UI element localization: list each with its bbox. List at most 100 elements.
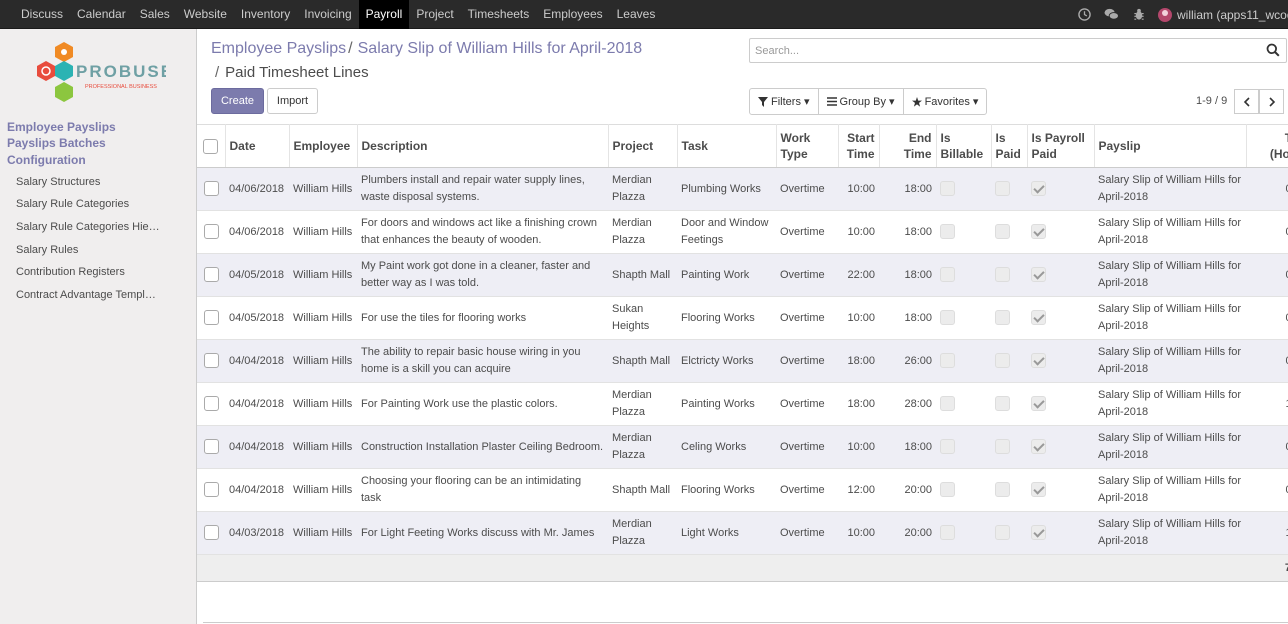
table-row[interactable]: 04/06/2018 William Hills For doors and win… xyxy=(197,210,1288,254)
row-select-checkbox[interactable] xyxy=(203,482,219,498)
sidebar-item-salary-rules[interactable]: Salary Rules xyxy=(16,244,186,256)
cell-billable xyxy=(936,468,991,512)
column-start-time[interactable]: Start Time xyxy=(838,124,880,168)
search-icon[interactable] xyxy=(1266,43,1282,59)
table-row[interactable]: 04/03/2018 William Hills For Light Feeting… xyxy=(197,511,1288,555)
activity-clock-icon[interactable] xyxy=(1071,0,1098,29)
topnav-item-sales[interactable]: Sales xyxy=(133,0,177,29)
group-by-dropdown[interactable]: Group By ▾ xyxy=(819,89,904,114)
breadcrumb-employee-payslips[interactable]: Employee Payslips xyxy=(211,40,346,57)
cell-payslip: Salary Slip of William Hills for April-2… xyxy=(1094,210,1246,254)
cell-work-type: Overtime xyxy=(776,167,838,211)
sidebar-item-employee-payslips[interactable]: Employee Payslips xyxy=(7,120,116,134)
sidebar-item-contract-advantage-templates[interactable]: Contract Advantage Templ… xyxy=(16,289,186,301)
table-row[interactable]: 04/04/2018 William Hills For Painting Work… xyxy=(197,382,1288,426)
table-row[interactable]: 04/06/2018 William Hills Plumbers install … xyxy=(197,167,1288,211)
cell-date: 04/04/2018 xyxy=(225,425,289,469)
cell-project: Shapth Mall xyxy=(608,253,677,297)
table-row[interactable]: 04/04/2018 William Hills Construction Inst… xyxy=(197,425,1288,469)
topnav-item-employees[interactable]: Employees xyxy=(536,0,609,29)
column-work-type[interactable]: Work Type xyxy=(776,124,839,168)
row-select-checkbox[interactable] xyxy=(203,181,219,197)
select-all-checkbox[interactable] xyxy=(203,139,219,155)
column-time-hours[interactable]: Time (Hours) xyxy=(1246,124,1288,168)
billable-checkbox xyxy=(940,353,955,369)
cell-employee: William Hills xyxy=(289,339,357,383)
column-project[interactable]: Project xyxy=(608,124,678,168)
row-select-checkbox[interactable] xyxy=(203,353,219,369)
group-by-label: Group By xyxy=(839,95,886,108)
pager-next-button[interactable] xyxy=(1259,89,1284,114)
row-select-checkbox[interactable] xyxy=(203,396,219,412)
cell-payslip: Salary Slip of William Hills for April-2… xyxy=(1094,167,1246,211)
topnav-item-discuss[interactable]: Discuss xyxy=(14,0,70,29)
row-select-checkbox[interactable] xyxy=(203,310,219,326)
column-task[interactable]: Task xyxy=(677,124,777,168)
pager-previous-button[interactable] xyxy=(1234,89,1259,114)
user-name: william (apps11_wcod xyxy=(1177,7,1288,22)
table-row[interactable]: 04/05/2018 William Hills My Paint work got… xyxy=(197,253,1288,297)
table-row[interactable]: 04/04/2018 William Hills Choosing your flo… xyxy=(197,468,1288,512)
breadcrumb-salary-slip[interactable]: Salary Slip of William Hills for April-2… xyxy=(358,40,643,57)
row-select-checkbox[interactable] xyxy=(203,439,219,455)
sidebar-item-salary-rule-categories-hierarchy[interactable]: Salary Rule Categories Hie… xyxy=(16,221,186,233)
cell-task: Elctricty Works xyxy=(677,339,776,383)
sidebar-item-payslips-batches[interactable]: Payslips Batches xyxy=(7,136,106,150)
column-date[interactable]: Date xyxy=(225,124,290,168)
column-employee[interactable]: Employee xyxy=(289,124,358,168)
search-input[interactable] xyxy=(750,39,1250,62)
topnav-item-timesheets[interactable]: Timesheets xyxy=(461,0,537,29)
row-select-checkbox[interactable] xyxy=(203,267,219,283)
row-select-checkbox[interactable] xyxy=(203,525,219,541)
cell-project: Merdian Plazza xyxy=(608,382,677,426)
bug-debug-icon[interactable] xyxy=(1125,0,1152,29)
topnav-item-website[interactable]: Website xyxy=(177,0,234,29)
messages-icon[interactable] xyxy=(1098,0,1125,29)
topnav-item-invoicing[interactable]: Invoicing xyxy=(297,0,358,29)
cell-paid xyxy=(991,425,1027,469)
cell-project: Merdian Plazza xyxy=(608,210,677,254)
cell-payslip: Salary Slip of William Hills for April-2… xyxy=(1094,425,1246,469)
table-row[interactable]: 04/05/2018 William Hills For use the tiles… xyxy=(197,296,1288,340)
column-is-payroll-paid[interactable]: Is Payroll Paid xyxy=(1027,124,1095,168)
column-end-time[interactable]: End Time xyxy=(879,124,937,168)
pager-value[interactable]: 1-9 / 9 xyxy=(1196,95,1227,107)
column-is-billable[interactable]: Is Billable xyxy=(936,124,992,168)
column-is-paid[interactable]: Is Paid xyxy=(991,124,1028,168)
row-select-cell xyxy=(197,382,225,426)
filters-dropdown[interactable]: Filters ▾ xyxy=(750,89,819,114)
cell-payroll-paid xyxy=(1027,425,1094,469)
sidebar-item-salary-structures[interactable]: Salary Structures xyxy=(16,176,186,188)
cell-work-type: Overtime xyxy=(776,296,838,340)
cell-payslip: Salary Slip of William Hills for April-2… xyxy=(1094,339,1246,383)
column-payslip[interactable]: Payslip xyxy=(1094,124,1247,168)
cell-end-time: 18:00 xyxy=(879,210,936,254)
column-description[interactable]: Description xyxy=(357,124,609,168)
cell-payroll-paid xyxy=(1027,382,1094,426)
topnav-item-calendar[interactable]: Calendar xyxy=(70,0,133,29)
billable-checkbox xyxy=(940,224,955,240)
billable-checkbox xyxy=(940,396,955,412)
favorites-dropdown[interactable]: Favorites ▾ xyxy=(904,89,987,114)
total-hours: 72:00 xyxy=(1246,554,1288,582)
cell-date: 04/05/2018 xyxy=(225,296,289,340)
cell-payroll-paid xyxy=(1027,339,1094,383)
topnav-item-leaves[interactable]: Leaves xyxy=(610,0,663,29)
user-menu[interactable]: william (apps11_wcod xyxy=(1152,7,1288,22)
sidebar-item-contribution-registers[interactable]: Contribution Registers xyxy=(16,266,186,278)
topnav-item-project[interactable]: Project xyxy=(409,0,460,29)
topnav-item-payroll[interactable]: Payroll xyxy=(358,0,410,29)
cell-start-time: 12:00 xyxy=(838,468,879,512)
import-button[interactable]: Import xyxy=(267,88,318,114)
create-button[interactable]: Create xyxy=(211,88,264,114)
sidebar-item-salary-rule-categories[interactable]: Salary Rule Categories xyxy=(16,198,186,210)
breadcrumb-separator: / xyxy=(215,64,220,81)
row-select-checkbox[interactable] xyxy=(203,224,219,240)
cell-paid xyxy=(991,210,1027,254)
cell-task: Painting Work xyxy=(677,253,776,297)
paid-checkbox xyxy=(995,310,1010,326)
topnav-item-inventory[interactable]: Inventory xyxy=(234,0,297,29)
cell-billable xyxy=(936,425,991,469)
top-navbar: Discuss Calendar Sales Website Inventory Invo… xyxy=(0,0,1288,29)
table-row[interactable]: 04/04/2018 William Hills The ability to re… xyxy=(197,339,1288,383)
